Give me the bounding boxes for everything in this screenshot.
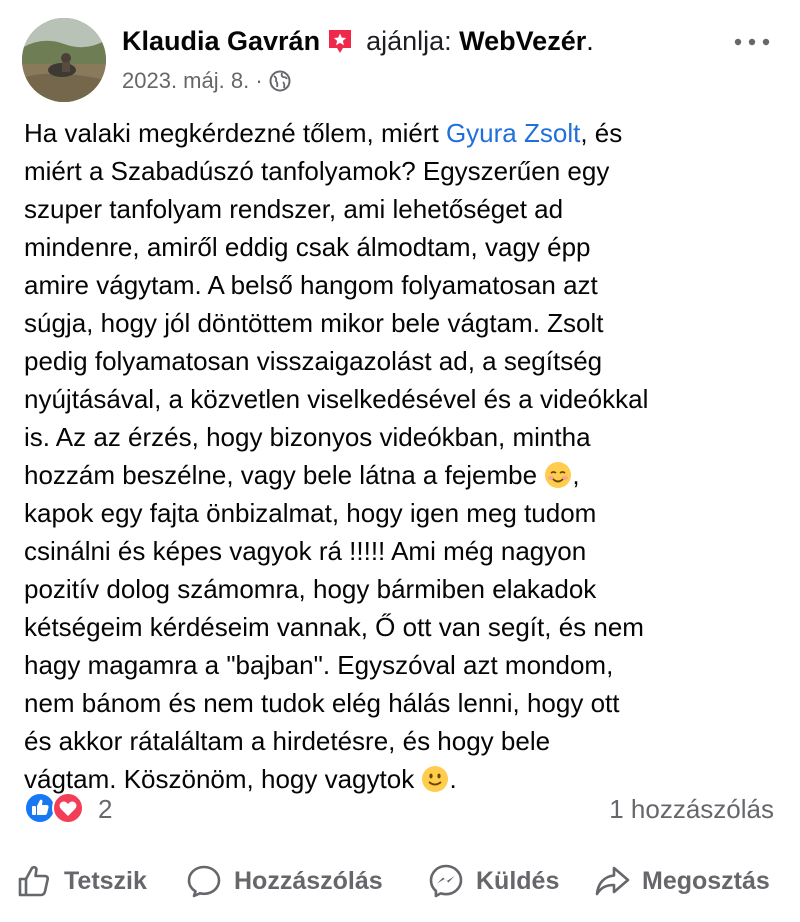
like-label: Tetszik	[64, 866, 147, 895]
send-button[interactable]: Küldés	[428, 856, 559, 906]
body-text: hozzám beszélne, vagy bele látna a fejem…	[24, 460, 545, 490]
post-body-line: hagy magamra a "bajban". Egyszóval azt m…	[24, 650, 614, 680]
meta-separator: ·	[255, 68, 263, 93]
comment-count[interactable]: 1 hozzászólás	[609, 794, 774, 825]
share-arrow-icon	[595, 866, 630, 896]
post-body-line: amire vágytam. A belső hangom folyamatos…	[24, 270, 598, 300]
post-meta: 2023. máj. 8. ·	[122, 68, 291, 94]
author-name[interactable]: Klaudia Gavrán	[122, 26, 320, 56]
post-body-line: pedig folyamatosan visszaigazolást ad, a…	[24, 346, 603, 376]
post-body: Ha valaki megkérdezné tőlem, miért Gyura…	[24, 114, 784, 798]
post-body-line: nyújtásával, a közvetlen viselkedésével …	[24, 384, 649, 414]
page-name[interactable]: WebVezér	[459, 26, 586, 56]
send-label: Küldés	[476, 866, 560, 895]
post-date[interactable]: 2023. máj. 8.	[122, 68, 249, 93]
post-body-line: csinálni és képes vagyok rá !!!!! Ami mé…	[24, 536, 587, 566]
globe-icon	[269, 70, 291, 92]
post-body-line: kapok egy fajta önbizalmat, hogy igen me…	[24, 498, 597, 528]
post-body-line: miért a Szabadúszó tanfolyamok? Egyszerű…	[24, 156, 610, 186]
post-header: Klaudia Gavrán ajánlja: WebVezér. 2023. …	[20, 12, 780, 102]
post-body-line: vágtam. Köszönöm, hogy vagytok .	[24, 760, 784, 798]
body-text: vágtam. Köszönöm, hogy vagytok	[24, 764, 422, 794]
post-body-line: és akkor rátaláltam a hirdetésre, és hog…	[24, 726, 551, 756]
more-dots-icon[interactable]	[730, 30, 774, 54]
post-body-line: kétségeim kérdéseim vannak, Ő ott van se…	[24, 612, 644, 642]
post-body-line: szuper tanfolyam rendszer, ami lehetőség…	[24, 194, 564, 224]
author-avatar[interactable]	[22, 18, 106, 102]
page-suffix: .	[586, 26, 594, 56]
comment-bubble-icon	[187, 865, 221, 898]
recommend-badge-icon	[329, 30, 352, 53]
mention-link[interactable]: Gyura Zsolt	[446, 118, 580, 148]
post-body-line: súgja, hogy jól döntöttem mikor bele vág…	[24, 308, 604, 338]
body-text: Ha valaki megkérdezné tőlem, miért	[24, 118, 446, 148]
body-text: , és	[580, 118, 623, 148]
post-body-line: hozzám beszélne, vagy bele látna a fejem…	[24, 456, 784, 494]
reaction-count[interactable]: 2	[98, 794, 112, 825]
body-text: .	[449, 764, 457, 794]
like-button[interactable]: Tetszik	[16, 856, 147, 906]
share-label: Megosztás	[642, 866, 770, 895]
share-button[interactable]: Megosztás	[594, 856, 770, 906]
post-body-line: is. Az az érzés, hogy bizonyos videókban…	[24, 422, 591, 452]
post-body-line: Ha valaki megkérdezné tőlem, miért Gyura…	[24, 114, 784, 152]
body-text: ,	[572, 460, 580, 490]
messenger-icon	[429, 864, 463, 898]
post-actions-bar: Tetszik Hozzászólás Küldés Megosztás	[0, 856, 800, 906]
post-body-line: mindenre, amiről eddig csak álmodtam, va…	[24, 232, 591, 262]
comment-label: Hozzászólás	[234, 866, 383, 895]
love-icon	[52, 792, 84, 824]
slight-smile-emoji	[422, 766, 449, 792]
post-body-line: nem bánom és nem tudok elég hálás lenni,…	[24, 688, 620, 718]
smiling-blush-emoji	[545, 462, 572, 488]
comment-button[interactable]: Hozzászólás	[186, 856, 383, 906]
post-body-line: pozitív dolog számomra, hogy bármiben el…	[24, 574, 597, 604]
recommends-text: ajánlja:	[366, 26, 452, 56]
thumbs-up-icon	[18, 865, 50, 897]
post-author-line: Klaudia Gavrán ajánlja: WebVezér.	[122, 26, 594, 57]
